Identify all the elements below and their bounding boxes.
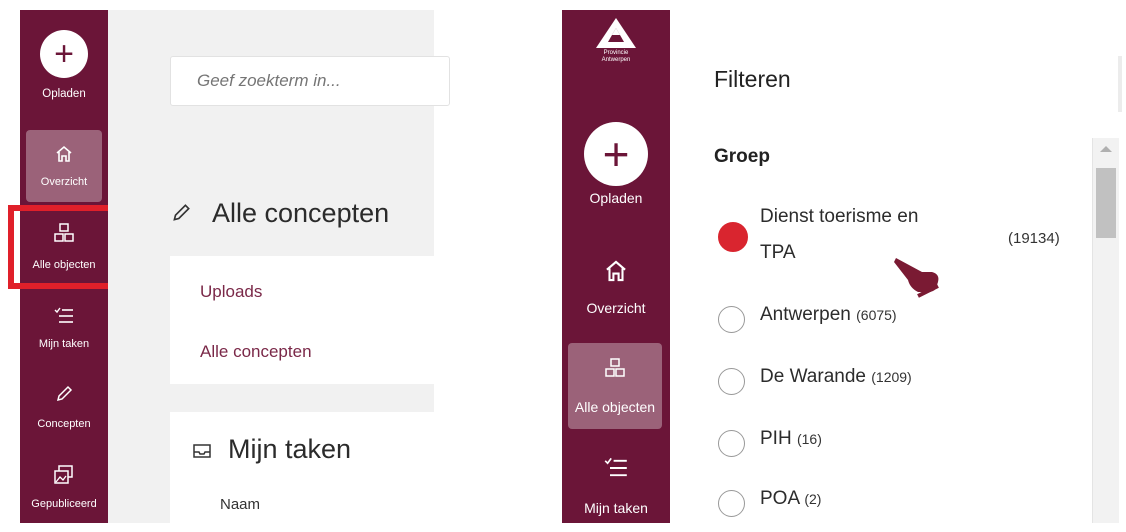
scroll-up-arrow-icon[interactable] bbox=[1100, 146, 1112, 152]
sidebar-item-label: Mijn taken bbox=[38, 338, 90, 350]
group-title: Groep bbox=[714, 146, 770, 167]
option-text: POA bbox=[760, 488, 800, 509]
sidebar-item-label: Overzicht bbox=[586, 300, 646, 316]
sidebar-item-all-objects[interactable]: Alle objecten bbox=[568, 343, 662, 429]
radio-selected[interactable] bbox=[718, 222, 748, 252]
sidebar-item-label: Gepubliceerd bbox=[31, 498, 97, 510]
highlight-box bbox=[8, 205, 118, 289]
right-panel: Provincie Antwerpen + Opladen Overzicht … bbox=[562, 10, 1126, 523]
filter-option-antwerpen[interactable]: Antwerpen (6075) bbox=[716, 302, 1016, 338]
pencil-icon bbox=[170, 202, 192, 229]
option-label: De Warande (1209) bbox=[760, 366, 912, 388]
sidebar-item-label: Concepten bbox=[37, 418, 91, 430]
home-icon bbox=[26, 144, 102, 169]
right-edge-strip bbox=[1118, 56, 1122, 112]
logo-text-line2: Antwerpen bbox=[601, 57, 631, 63]
filter-option-poa[interactable]: POA (2) bbox=[716, 486, 1016, 522]
plus-icon: + bbox=[602, 128, 630, 180]
option-label: POA (2) bbox=[760, 488, 821, 510]
tasks-icon bbox=[20, 306, 108, 331]
inbox-icon bbox=[192, 442, 212, 465]
option-count: (6075) bbox=[856, 307, 897, 323]
sidebar-item-my-tasks[interactable]: Mijn taken bbox=[562, 450, 670, 522]
tasks-card: Mijn taken Naam bbox=[170, 412, 442, 532]
left-panel: + Opladen Overzicht Alle objecten Mijn t… bbox=[0, 10, 450, 532]
scrollbar-thumb[interactable] bbox=[1096, 168, 1116, 238]
column-header-name: Naam bbox=[220, 496, 261, 513]
sidebar-item-overview[interactable]: Overzicht bbox=[562, 250, 670, 324]
sidebar-item-concepts[interactable]: Concepten bbox=[20, 378, 108, 438]
sidebar-item-overview[interactable]: Overzicht bbox=[26, 130, 102, 202]
sidebar-item-label: Mijn taken bbox=[584, 500, 648, 516]
plus-icon: + bbox=[54, 34, 74, 73]
upload-label: Opladen bbox=[589, 190, 643, 206]
sidebar-item-label: Alle objecten bbox=[574, 399, 656, 415]
all-concepts-link[interactable]: Alle concepten bbox=[200, 342, 312, 362]
logo-text-line1: Provincie bbox=[603, 50, 629, 56]
search-input[interactable] bbox=[170, 56, 450, 106]
option-label-line2: TPA bbox=[760, 242, 796, 263]
option-label: Antwerpen (6075) bbox=[760, 304, 897, 326]
option-count: (2) bbox=[804, 491, 822, 507]
sidebar-item-published[interactable]: Gepubliceerd bbox=[20, 458, 108, 518]
objects-icon bbox=[568, 357, 662, 384]
home-icon bbox=[562, 258, 670, 289]
left-main: Alle concepten Uploads Alle concepten Mi… bbox=[108, 10, 450, 532]
filter-option-pih[interactable]: PIH (16) bbox=[716, 426, 1016, 462]
pencil-icon bbox=[20, 384, 108, 409]
published-icon bbox=[20, 464, 108, 491]
page-title: Alle concepten bbox=[212, 198, 390, 228]
sidebar-item-my-tasks[interactable]: Mijn taken bbox=[20, 300, 108, 360]
sidebar-item-label: Overzicht bbox=[40, 176, 88, 188]
logo-icon bbox=[596, 18, 636, 48]
tasks-icon bbox=[562, 456, 670, 485]
filter-title: Filteren bbox=[714, 66, 791, 92]
option-text: PIH bbox=[760, 428, 792, 449]
concepts-card: Uploads Alle concepten bbox=[170, 256, 442, 384]
option-count: (19134) bbox=[1008, 230, 1060, 247]
filter-panel: Filteren Groep Dienst toerisme en TPA (1… bbox=[670, 10, 1126, 523]
radio[interactable] bbox=[718, 368, 745, 395]
upload-button[interactable]: + bbox=[584, 122, 648, 186]
logo: Provincie Antwerpen bbox=[592, 16, 640, 68]
tasks-title: Mijn taken bbox=[228, 434, 352, 464]
uploads-link[interactable]: Uploads bbox=[200, 282, 262, 302]
pointer-hand-icon bbox=[892, 252, 948, 305]
upload-label: Opladen bbox=[42, 88, 86, 100]
option-label-line1: Dienst toerisme en bbox=[760, 206, 919, 227]
radio[interactable] bbox=[718, 490, 745, 517]
right-sidebar: Provincie Antwerpen + Opladen Overzicht … bbox=[562, 10, 670, 523]
upload-button[interactable]: + bbox=[40, 30, 88, 78]
filter-option-de-warande[interactable]: De Warande (1209) bbox=[716, 364, 1016, 400]
option-text: De Warande bbox=[760, 366, 866, 387]
option-label: PIH (16) bbox=[760, 428, 822, 450]
scrollbar[interactable] bbox=[1092, 138, 1119, 523]
radio[interactable] bbox=[718, 306, 745, 333]
option-text: Antwerpen bbox=[760, 304, 851, 325]
option-count: (1209) bbox=[871, 369, 912, 385]
radio[interactable] bbox=[718, 430, 745, 457]
option-count: (16) bbox=[796, 431, 822, 447]
